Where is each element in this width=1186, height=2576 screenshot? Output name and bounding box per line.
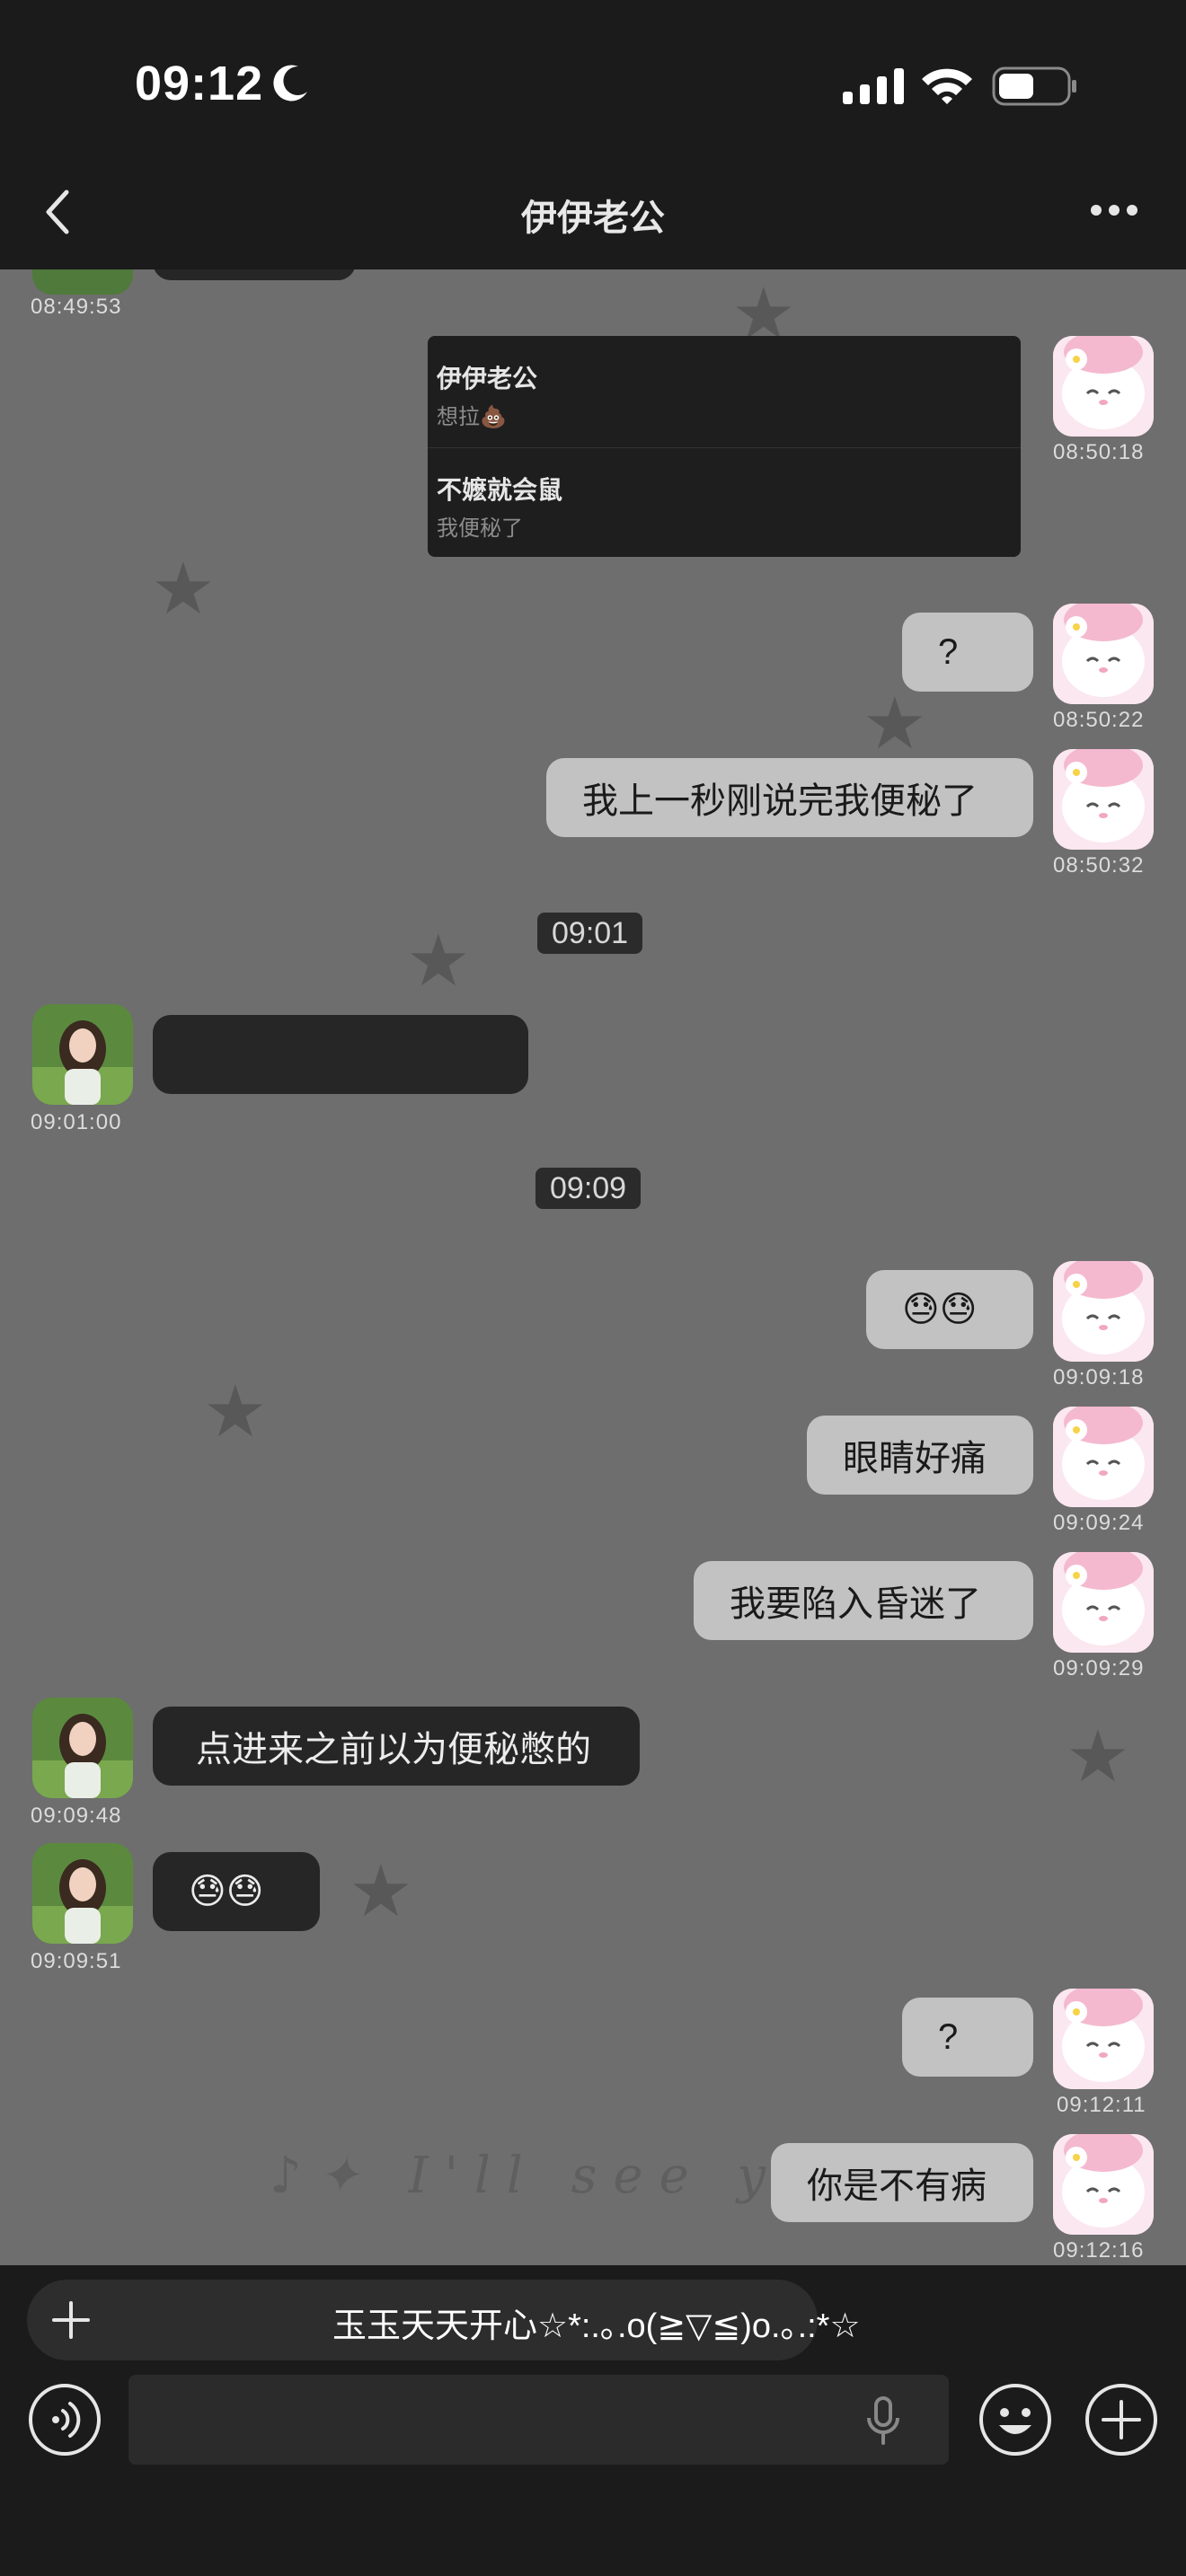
shortcut-banner-text: 玉玉天天开心☆*:.｡.o(≧▽≦)o.｡.:*☆: [332, 2307, 861, 2345]
my-avatar[interactable]: [1053, 604, 1154, 704]
message-timestamp: 08:49:53: [31, 295, 122, 319]
message-timestamp: 09:09:18: [1053, 1365, 1145, 1389]
message-timestamp: 09:12:16: [1053, 2238, 1145, 2263]
background-star-icon: ★: [406, 921, 471, 1001]
outgoing-message-bubble[interactable]: 眼睛好痛: [807, 1416, 1033, 1495]
outgoing-message-bubble[interactable]: 你是不有病: [771, 2143, 1033, 2222]
battery-icon: [992, 66, 1076, 106]
contact-photo-icon: [32, 1698, 133, 1798]
chat-area[interactable]: ★ ★ ★ ★ ★ ★ ★ ♪✦ I'll see you 08:49:53 伊…: [0, 269, 1186, 2265]
melody-avatar-icon: [1053, 1261, 1154, 1362]
more-options-icon[interactable]: [1087, 192, 1141, 228]
background-star-icon: ★: [151, 549, 216, 629]
my-avatar[interactable]: [1053, 1407, 1154, 1507]
status-time: 09:12: [135, 57, 264, 110]
message-timestamp: 09:09:29: [1053, 1656, 1145, 1681]
quote-message-text: 我便秘了: [437, 516, 523, 541]
melody-avatar-icon: [1053, 2134, 1154, 2235]
outgoing-message-bubble[interactable]: 我要陷入昏迷了: [694, 1561, 1033, 1640]
background-star-icon: ★: [863, 684, 927, 763]
forwarded-messages-card[interactable]: 伊伊老公 想拉💩 不嬷就会鼠 我便秘了: [428, 336, 1021, 557]
voice-input-icon[interactable]: [27, 2382, 102, 2457]
outgoing-message-bubble[interactable]: 我上一秒刚说完我便秘了: [546, 758, 1033, 837]
emoji-icon[interactable]: [978, 2382, 1053, 2457]
contact-photo-icon: [32, 1004, 133, 1105]
my-avatar[interactable]: [1053, 336, 1154, 437]
time-separator: 09:01: [537, 913, 643, 954]
incoming-message-bubble[interactable]: 点进来之前以为便秘憋的: [153, 1707, 640, 1786]
background-star-icon: ★: [1066, 1716, 1130, 1796]
quote-message-text: 想拉💩: [437, 405, 507, 429]
outgoing-message-bubble[interactable]: ?: [902, 613, 1033, 692]
time-separator: 09:09: [535, 1168, 642, 1209]
my-avatar[interactable]: [1053, 1552, 1154, 1653]
background-star-icon: ★: [349, 1851, 413, 1931]
moon-icon: [273, 65, 307, 101]
background-star-icon: ★: [203, 1372, 268, 1451]
message-input[interactable]: [128, 2375, 949, 2465]
bottom-input-area: 玉玉天天开心☆*:.｡.o(≧▽≦)o.｡.:*☆: [0, 2265, 1186, 2576]
outgoing-message-bubble[interactable]: ?: [902, 1998, 1033, 2077]
plus-icon[interactable]: [49, 2298, 93, 2342]
message-timestamp: 09:09:24: [1053, 1511, 1145, 1535]
my-avatar[interactable]: [1053, 749, 1154, 850]
melody-avatar-icon: [1053, 1407, 1154, 1507]
status-bar: 09:12: [0, 0, 1186, 153]
quote-sender-name: 不嬷就会鼠: [437, 476, 563, 504]
shortcut-banner[interactable]: 玉玉天天开心☆*:.｡.o(≧▽≦)o.｡.:*☆: [27, 2280, 861, 2360]
melody-avatar-icon: [1053, 749, 1154, 850]
my-avatar[interactable]: [1053, 1261, 1154, 1362]
cellular-signal-icon: [843, 68, 904, 104]
incoming-message-bubble[interactable]: [153, 269, 356, 280]
contact-avatar[interactable]: [32, 269, 133, 295]
incoming-message-bubble[interactable]: [153, 1015, 528, 1094]
wifi-icon: [922, 68, 972, 104]
melody-avatar-icon: [1053, 1552, 1154, 1653]
quote-divider: [428, 447, 1021, 448]
my-avatar[interactable]: [1053, 2134, 1154, 2235]
contact-avatar[interactable]: [32, 1004, 133, 1105]
melody-avatar-icon: [1053, 1989, 1154, 2089]
contact-avatar[interactable]: [32, 1698, 133, 1798]
contact-photo-icon: [32, 1843, 133, 1944]
incoming-message-bubble[interactable]: 😓😓: [153, 1852, 320, 1931]
message-timestamp: 09:01:00: [31, 1110, 122, 1134]
message-timestamp: 09:09:51: [31, 1949, 122, 1973]
melody-avatar-icon: [1053, 336, 1154, 437]
add-attachment-icon[interactable]: [1084, 2382, 1159, 2457]
outgoing-message-bubble[interactable]: 😓😓: [866, 1270, 1033, 1349]
my-avatar[interactable]: [1053, 1989, 1154, 2089]
contact-avatar[interactable]: [32, 1843, 133, 1944]
chat-title: 伊伊老公: [521, 198, 665, 238]
quote-sender-name: 伊伊老公: [437, 365, 538, 393]
message-timestamp: 08:50:32: [1053, 853, 1145, 878]
message-timestamp: 09:12:11: [1057, 2093, 1146, 2117]
nav-bar: 伊伊老公: [0, 153, 1186, 269]
message-timestamp: 08:50:22: [1053, 708, 1145, 732]
message-timestamp: 09:09:48: [31, 1804, 122, 1828]
melody-avatar-icon: [1053, 604, 1154, 704]
message-timestamp: 08:50:18: [1053, 440, 1145, 464]
microphone-icon[interactable]: [865, 2396, 901, 2447]
